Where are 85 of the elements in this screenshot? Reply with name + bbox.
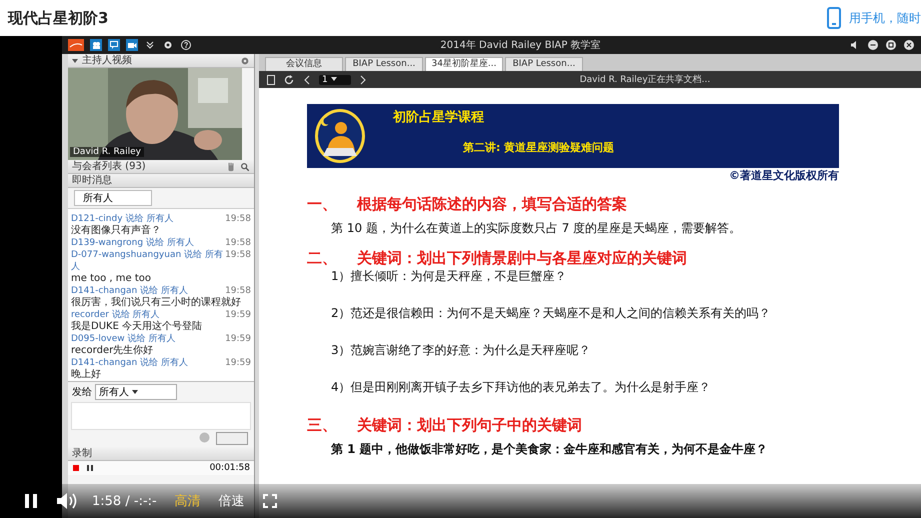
logo-icon[interactable] <box>68 39 84 51</box>
panel-title: 主持人视频 <box>82 54 132 67</box>
recording-time: 00:01:58 <box>210 463 250 473</box>
message-sender: D139-wangrong 说给 所有人 <box>71 237 194 249</box>
section-number: 三、 <box>307 416 337 435</box>
slide-title: 初阶占星学课程 <box>393 108 485 126</box>
question-text: 2）范还是很信赖田：为何不是天蝎座？天蝎座不是和人之间的信赖关系有关的吗？ <box>331 305 772 322</box>
question-text: 4）但是田刚刚离开镇子去乡下拜访他的表兄弟去了。为什么是射手座？ <box>331 379 712 396</box>
close-icon[interactable] <box>903 39 915 51</box>
sharing-status: David R. Railey正在共享文档... <box>578 74 712 86</box>
panel-title: 即时消息 <box>72 174 112 187</box>
message-sender: recorder 说给 所有人 <box>71 309 160 320</box>
recipient-select[interactable]: 所有人 <box>95 384 177 400</box>
section-heading: 关键词：划出下列情景剧中与各星座对应的关键词 <box>357 249 687 268</box>
help-icon[interactable] <box>180 39 192 51</box>
message-text: 晚上好 <box>71 369 102 381</box>
question-text: 第 10 题，为什么在黄道上的实际度数只占 7 度的星座是天蝎座，需要解答。 <box>331 220 742 237</box>
volume-icon[interactable] <box>56 492 78 510</box>
message-time: 19:59 <box>225 309 251 321</box>
time-separator: / <box>125 494 130 508</box>
question-text: 第 1 题中，他做饭非常好吃，是个美食家：金牛座和感官有关，为何不是金牛座？ <box>331 441 769 458</box>
panel-title: 录制 <box>72 447 92 460</box>
slide-subtitle: 第二讲: 黄道星座测验疑难问题 <box>462 140 614 155</box>
panel-header[interactable]: 即时消息 <box>68 174 254 188</box>
section-number: 二、 <box>307 249 337 268</box>
minimize-icon[interactable] <box>867 39 879 51</box>
section-heading: 关键词：划出下列句子中的关键词 <box>357 416 582 435</box>
page-select[interactable]: 1 <box>319 74 351 84</box>
restore-icon[interactable] <box>885 39 897 51</box>
hand-icon[interactable] <box>226 162 236 172</box>
message-input[interactable] <box>71 402 251 430</box>
speed-button[interactable]: 倍速 <box>218 492 245 510</box>
question-text: 1）擅长倾听：为何是天秤座，不是巨蟹座？ <box>331 268 568 285</box>
message-time: 19:58 <box>225 213 251 225</box>
message-text: 很厉害，我们说只有三小时的课程就好 <box>71 297 242 309</box>
document-tab[interactable]: BIAP Lesson... <box>345 57 423 71</box>
panel-header[interactable]: 与会者列表 (93) <box>68 160 254 174</box>
message-sender: D121-cindy 说给 所有人 <box>71 213 174 224</box>
panel-header[interactable]: 主持人视频 <box>68 54 254 68</box>
search-icon[interactable] <box>240 162 250 172</box>
document-tab[interactable]: 34星初阶星座... <box>425 57 503 71</box>
message-text: 没有图像只有声音？ <box>71 225 162 237</box>
message-time: 19:58 <box>225 237 251 249</box>
question-text: 3）范婉言谢绝了李的好意：为什么是天秤座呢？ <box>331 342 592 359</box>
chat-icon[interactable] <box>108 39 120 51</box>
page-title: 现代占星初阶3 <box>8 8 108 28</box>
duration: -:-:- <box>134 494 157 508</box>
message-sender: D141-changan 说给 所有人 <box>71 357 188 368</box>
message-time: 19:58 <box>225 249 251 262</box>
panel-header[interactable]: 录制 <box>68 447 254 461</box>
current-time: 1:58 <box>92 494 122 508</box>
document-tab[interactable]: BIAP Lesson... <box>505 57 583 71</box>
page-icon[interactable] <box>265 74 277 86</box>
record-icon[interactable] <box>72 464 80 472</box>
caret-icon <box>132 389 138 396</box>
people-icon[interactable] <box>90 39 102 51</box>
pause-icon[interactable] <box>86 464 94 472</box>
send-to-label: 发给 <box>72 386 92 399</box>
copyright-text: ©著道星文化版权所有 <box>728 168 839 183</box>
caret-icon <box>330 76 337 82</box>
fullscreen-icon[interactable] <box>262 494 277 508</box>
refresh-icon[interactable] <box>283 74 295 86</box>
camera-icon[interactable] <box>126 39 138 51</box>
settings-icon[interactable] <box>162 39 174 51</box>
message-sender: D-077-wangshuangyuan 说给 所有人 <box>71 249 224 273</box>
section-heading: 根据每句话陈述的内容，填写合适的答案 <box>357 195 627 214</box>
window-title: 2014年 David Railey BIAP 教学室 <box>439 38 602 52</box>
chevron-down-icon[interactable] <box>144 39 156 51</box>
message-time: 19:58 <box>225 285 251 296</box>
panel-title: 与会者列表 (93) <box>72 160 146 173</box>
document-tab[interactable]: 会议信息 <box>265 57 343 71</box>
mobile-link[interactable]: 用手机，随时 <box>849 10 921 26</box>
message-sender: D095-lovew 说给 所有人 <box>71 333 176 344</box>
collapse-icon[interactable] <box>72 58 78 64</box>
message-time: 19:59 <box>225 357 251 369</box>
section-number: 一、 <box>307 195 337 214</box>
message-text: me too , me too <box>71 273 152 285</box>
pause-icon[interactable] <box>24 493 38 509</box>
recipient-filter[interactable]: 所有人 <box>74 190 152 206</box>
message-sender: D141-changan 说给 所有人 <box>71 285 188 296</box>
message-text: 我是DUKE 今天用这个号登陆 <box>71 321 204 333</box>
message-time: 19:59 <box>225 333 251 345</box>
message-text: recorder先生你好 <box>71 345 154 357</box>
phone-icon[interactable] <box>827 7 841 29</box>
name-tag: David R. Railey <box>70 147 144 157</box>
